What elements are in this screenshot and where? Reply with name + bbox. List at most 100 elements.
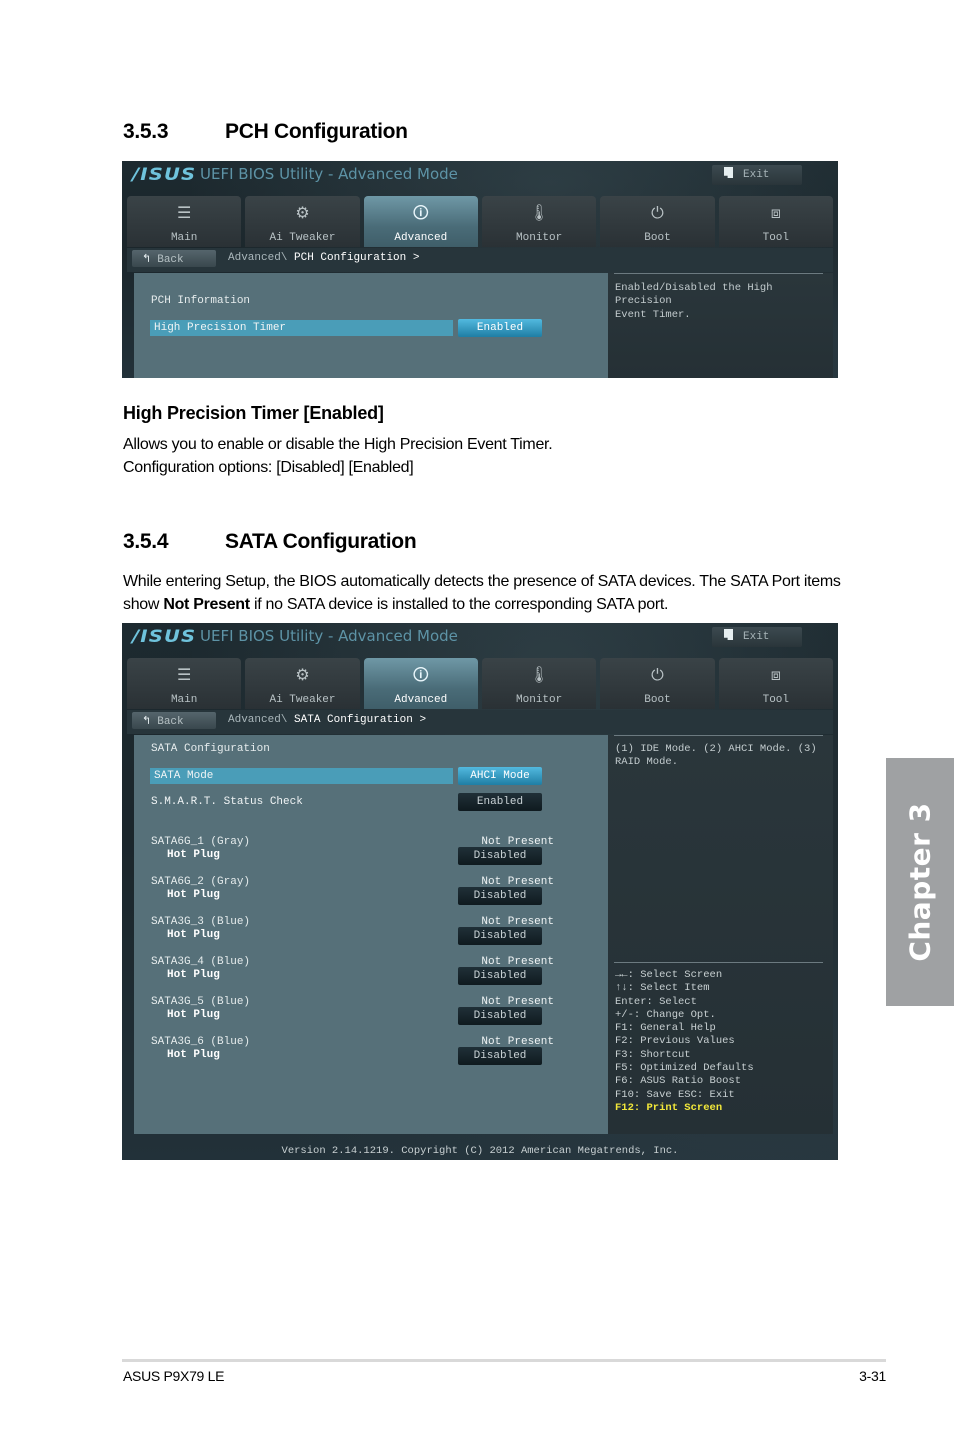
pch-information-item[interactable]: PCH Information — [151, 293, 250, 309]
hpet-desc-line1: Allows you to enable or disable the High… — [123, 436, 553, 453]
breadcrumb-parent[interactable]: Advanced\ — [228, 714, 287, 726]
hot-plug-value[interactable]: Disabled — [458, 1007, 542, 1025]
tab-advanced[interactable]: 🛈 Advanced — [363, 658, 478, 709]
key-hint: F1: General Help — [615, 1022, 716, 1035]
list-icon: ☰ — [176, 203, 192, 222]
exit-label: Exit — [743, 169, 770, 181]
tab-boot[interactable]: ⏻ Boot — [600, 658, 715, 709]
tab-tool[interactable]: ⧈ Tool — [718, 196, 833, 247]
section-number: 3.5.4 — [123, 530, 169, 553]
ai-tweaker-icon: ⚙ — [295, 203, 310, 222]
toolbox-icon: ⧈ — [770, 665, 781, 684]
chapter-tab: Chapter 3 — [886, 758, 954, 1006]
key-hint: →←: Select Screen — [615, 969, 723, 981]
footer-page-number: 3-31 — [859, 1368, 886, 1384]
back-label: Back — [157, 254, 184, 266]
hot-plug-value[interactable]: Disabled — [458, 967, 542, 985]
sata-mode-item[interactable]: SATA Mode — [150, 768, 453, 784]
asus-logo: /ISUS — [132, 627, 197, 647]
key-hint: +/-: Change Opt. — [615, 1008, 716, 1021]
hot-plug-value[interactable]: Disabled — [458, 887, 542, 905]
hot-plug-item[interactable]: Hot Plug — [167, 967, 220, 983]
bios-screenshot-sata: /ISUS UEFI BIOS Utility - Advanced Mode … — [122, 623, 838, 1160]
exit-label: Exit — [743, 631, 770, 643]
breadcrumb-current: SATA Configuration > — [294, 714, 427, 726]
help-panel: Enabled/Disabled the High Precision Even… — [608, 273, 833, 378]
power-icon: ⏻ — [651, 203, 664, 222]
back-button[interactable]: ↰ Back — [132, 250, 216, 267]
monitor-thermometer-icon: 🌡 — [528, 203, 550, 222]
tab-main[interactable]: ☰ Main — [127, 196, 242, 247]
sata-intro-paragraph: While entering Setup, the BIOS automatic… — [123, 570, 843, 616]
smart-status-item[interactable]: S.M.A.R.T. Status Check — [151, 794, 303, 810]
exit-button[interactable]: Exit — [712, 165, 802, 185]
hot-plug-value[interactable]: Disabled — [458, 927, 542, 945]
hpet-heading: High Precision Timer [Enabled] — [123, 403, 384, 423]
smart-status-value[interactable]: Enabled — [458, 793, 542, 811]
section-title: PCH Configuration — [225, 120, 408, 143]
monitor-thermometer-icon: 🌡 — [528, 665, 550, 684]
tab-monitor[interactable]: 🌡 Monitor — [481, 196, 597, 247]
section-number: 3.5.3 — [123, 120, 169, 143]
para-text: if no SATA device is installed to the co… — [249, 596, 669, 613]
hpet-desc-line2: Configuration options: [Disabled] [Enabl… — [123, 459, 414, 476]
exit-door-icon — [724, 629, 733, 640]
keys-divider — [614, 962, 823, 963]
hot-plug-item[interactable]: Hot Plug — [167, 1007, 220, 1023]
back-button[interactable]: ↰ Back — [132, 712, 216, 729]
tab-ai-tweaker[interactable]: ⚙ Ai Tweaker — [245, 658, 360, 709]
breadcrumb-parent[interactable]: Advanced\ — [228, 252, 287, 264]
nav-bar: ↰ Back Advanced\ SATA Configuration > — [127, 710, 833, 734]
bios-titlebar: /ISUS UEFI BIOS Utility - Advanced Mode … — [122, 161, 838, 189]
tab-label: Boot — [644, 694, 671, 706]
hot-plug-item[interactable]: Hot Plug — [167, 847, 220, 863]
hot-plug-value[interactable]: Disabled — [458, 847, 542, 865]
key-hint-print-screen: F12: Print Screen — [615, 1101, 723, 1114]
key-hint: F2: Previous Values — [615, 1035, 735, 1048]
sata-mode-value[interactable]: AHCI Mode — [458, 767, 542, 785]
chapter-label: Chapter 3 — [903, 802, 937, 962]
help-panel: (1) IDE Mode. (2) AHCI Mode. (3) RAID Mo… — [608, 735, 833, 1134]
hot-plug-item[interactable]: Hot Plug — [167, 927, 220, 943]
tab-monitor[interactable]: 🌡 Monitor — [481, 658, 597, 709]
toolbox-icon: ⧈ — [770, 203, 781, 222]
sata-configuration-header: SATA Configuration — [151, 743, 270, 755]
tab-label: Ai Tweaker — [269, 232, 336, 244]
hot-plug-item[interactable]: Hot Plug — [167, 887, 220, 903]
tab-label: Monitor — [516, 232, 563, 244]
bios-screenshot-pch: /ISUS UEFI BIOS Utility - Advanced Mode … — [122, 161, 838, 378]
help-text: Enabled/Disabled the High Precision Even… — [615, 282, 773, 321]
ai-tweaker-icon: ⚙ — [295, 665, 310, 684]
version-text: Version 2.14.1219. Copyright (C) 2012 Am… — [281, 1145, 679, 1157]
key-hint: F5: Optimized Defaults — [615, 1062, 754, 1075]
list-icon: ☰ — [176, 665, 192, 684]
section-353-heading: 3.5.3 PCH Configuration — [123, 120, 408, 144]
tab-label: Advanced — [394, 694, 448, 706]
key-hint: F6: ASUS Ratio Boost — [615, 1075, 742, 1088]
key-hint: ↑↓: Select Item — [615, 982, 710, 995]
hot-plug-value[interactable]: Disabled — [458, 1047, 542, 1065]
tab-bar: ☰ Main ⚙ Ai Tweaker 🛈 Advanced 🌡 Monitor ⏻ Bo… — [127, 658, 833, 709]
high-precision-timer-value[interactable]: Enabled — [458, 319, 542, 337]
exit-button[interactable]: Exit — [712, 627, 802, 647]
settings-panel: PCH Information High Precision Timer Ena… — [134, 273, 608, 378]
hpet-description: Allows you to enable or disable the High… — [123, 433, 843, 479]
tab-tool[interactable]: ⧈ Tool — [718, 658, 833, 709]
tab-main[interactable]: ☰ Main — [127, 658, 242, 709]
tab-ai-tweaker[interactable]: ⚙ Ai Tweaker — [245, 196, 360, 247]
tab-label: Advanced — [394, 232, 448, 244]
key-hint: F3: Shortcut — [615, 1048, 691, 1061]
app-title: UEFI BIOS Utility - Advanced Mode — [200, 165, 458, 183]
tab-advanced[interactable]: 🛈 Advanced — [363, 196, 478, 247]
tab-boot[interactable]: ⏻ Boot — [600, 196, 715, 247]
asus-logo: /ISUS — [132, 165, 197, 185]
high-precision-timer-item[interactable]: High Precision Timer — [150, 320, 453, 336]
nav-bar: ↰ Back Advanced\ PCH Configuration > — [127, 248, 833, 272]
breadcrumb: Advanced\ PCH Configuration > — [228, 252, 419, 264]
back-arrow-icon: ↰ — [142, 252, 152, 265]
advanced-icon: 🛈 — [412, 665, 429, 684]
app-title: UEFI BIOS Utility - Advanced Mode — [200, 627, 458, 645]
settings-panel: SATA Configuration SATA Mode AHCI Mode S… — [134, 735, 608, 1134]
hot-plug-item[interactable]: Hot Plug — [167, 1047, 220, 1063]
tab-label: Main — [170, 232, 198, 244]
